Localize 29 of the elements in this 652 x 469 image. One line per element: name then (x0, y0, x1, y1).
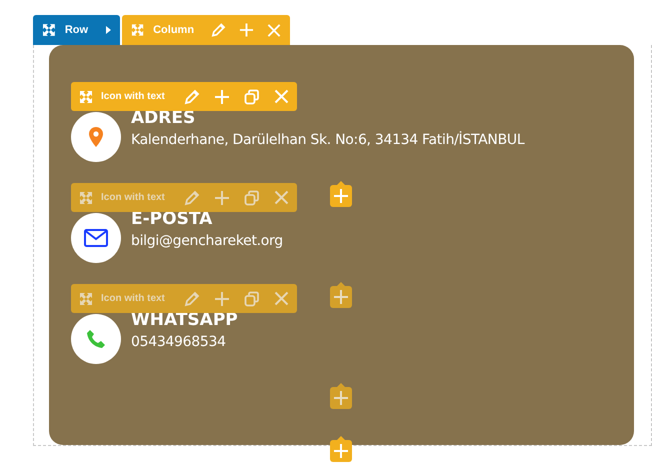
column-label: Column (153, 24, 194, 36)
phone-icon (86, 329, 106, 349)
pencil-icon[interactable] (184, 290, 200, 306)
duplicate-icon[interactable] (244, 190, 260, 206)
close-icon[interactable] (274, 190, 289, 205)
contact-detail: Kalenderhane, Darülelhan Sk. No:6, 34134 Fatih/İSTANBUL (131, 132, 524, 148)
row-toolbar[interactable]: Row (33, 15, 120, 45)
move-icon[interactable] (42, 23, 56, 37)
element-label: Icon with text (101, 293, 165, 304)
element-toolbar[interactable]: Icon with text (71, 183, 297, 212)
plus-icon[interactable] (214, 290, 230, 306)
envelope-icon (84, 229, 108, 247)
location-pin-icon (89, 127, 103, 147)
pencil-icon[interactable] (184, 190, 200, 206)
contact-detail: bilgi@genchareket.org (131, 233, 283, 249)
close-icon[interactable] (274, 291, 289, 306)
caret-icon[interactable] (106, 26, 111, 34)
duplicate-icon[interactable] (244, 290, 260, 306)
contact-title: ADRES (131, 108, 196, 128)
contact-title: E-POSTA (131, 209, 214, 229)
contact-title: WHATSAPP (131, 310, 238, 330)
element-label: Icon with text (101, 91, 165, 102)
plus-icon[interactable] (214, 190, 230, 206)
element-toolbar[interactable]: Icon with text (71, 82, 297, 111)
element-toolbar[interactable]: Icon with text (71, 284, 297, 313)
contact-detail: 05434968534 (131, 334, 227, 350)
duplicate-icon[interactable] (244, 88, 260, 104)
row-label: Row (64, 24, 88, 36)
element-label: Icon with text (101, 192, 165, 203)
